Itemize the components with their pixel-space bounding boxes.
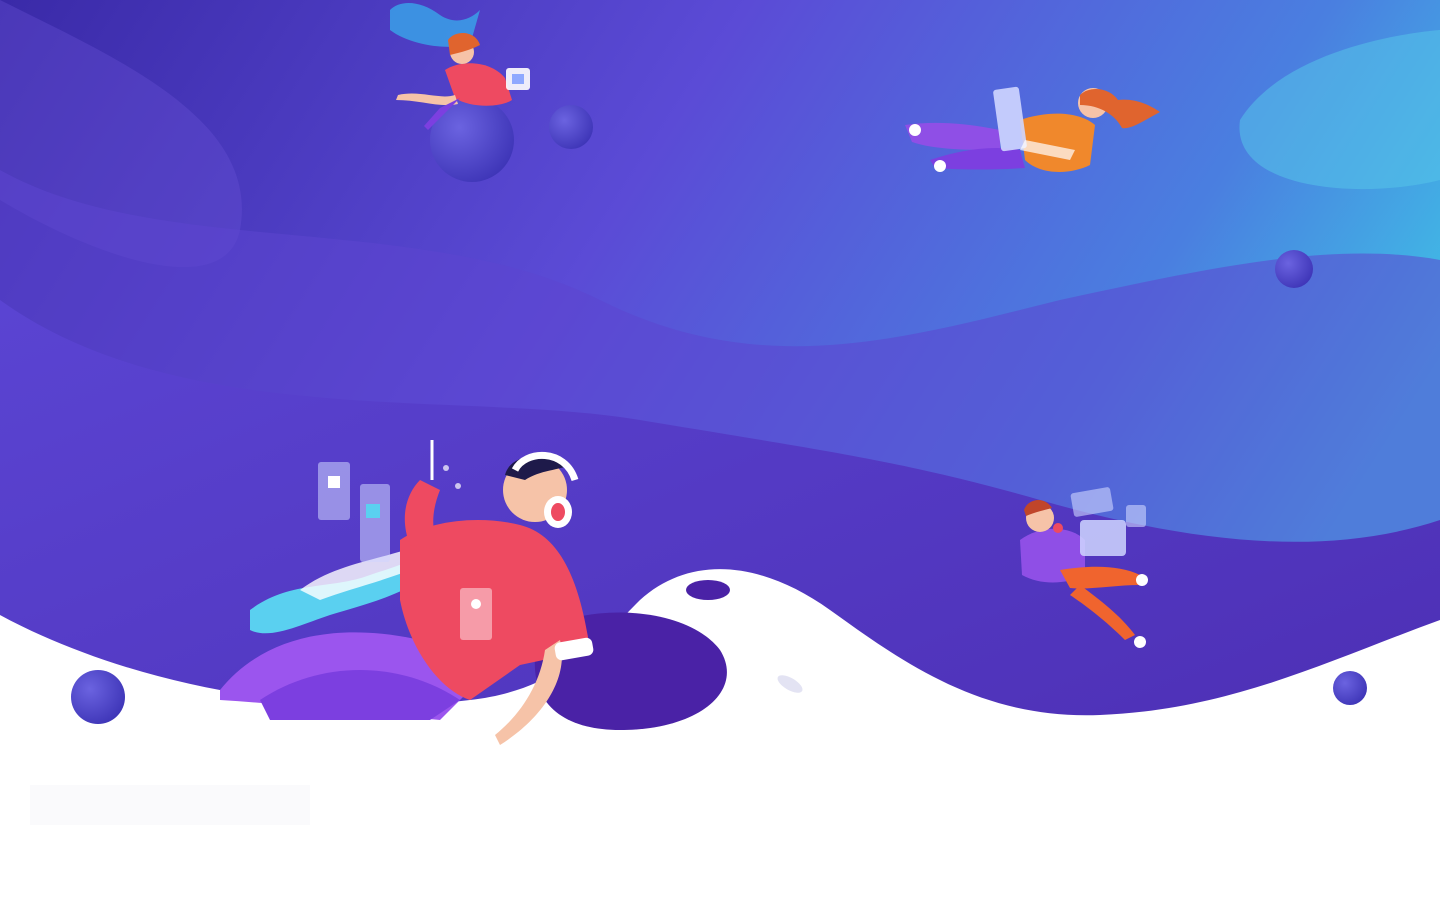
orb (1333, 671, 1367, 705)
hero-illustration (0, 0, 1440, 900)
wave-hole (686, 580, 730, 600)
orb (549, 105, 593, 149)
orb (1275, 250, 1313, 288)
hero-background (0, 0, 1440, 900)
orb (71, 670, 125, 724)
